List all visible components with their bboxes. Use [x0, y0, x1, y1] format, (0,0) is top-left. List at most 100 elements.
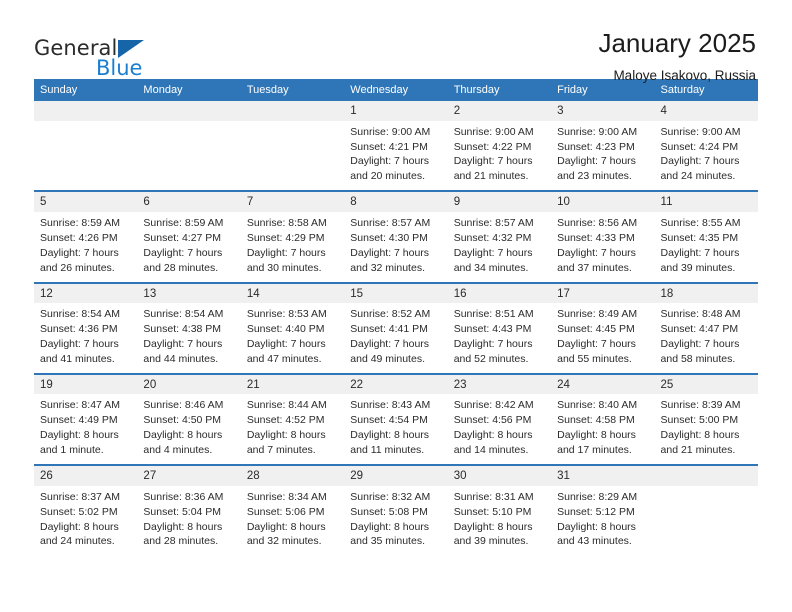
day-detail-line: Sunrise: 8:48 AM [660, 308, 741, 321]
day-number-31[interactable]: 31 [551, 464, 655, 486]
week-info-row: Sunrise: 9:00 AM Sunset: 4:21 PM Daylight:… [34, 120, 758, 192]
day-detail-line: Daylight: 8 hours [143, 520, 223, 533]
day-detail-line: Daylight: 7 hours [453, 155, 533, 168]
day-number-4[interactable]: 4 [654, 101, 758, 121]
week-info-row: Sunrise: 8:54 AM Sunset: 4:36 PM Daylight:… [34, 303, 758, 374]
day-detail-line: Sunrise: 8:54 AM [40, 308, 120, 321]
day-detail-line: and 39 minutes. [660, 261, 736, 274]
day-details-7: Sunrise: 8:58 AM Sunset: 4:29 PM Daylight:… [240, 211, 345, 283]
day-detail-line: Daylight: 7 hours [350, 337, 430, 350]
day-number-11[interactable]: 11 [654, 190, 758, 212]
day-details-4: Sunrise: 9:00 AM Sunset: 4:24 PM Daylight:… [654, 120, 758, 192]
day-number-8[interactable]: 8 [344, 190, 448, 212]
day-number-18[interactable]: 18 [654, 281, 758, 304]
week-info-row: Sunrise: 8:59 AM Sunset: 4:26 PM Daylight:… [34, 211, 758, 283]
day-detail-line: Sunset: 4:41 PM [350, 323, 428, 336]
day-detail-line: Sunrise: 9:00 AM [660, 125, 741, 138]
day-detail-line: Sunrise: 8:52 AM [350, 308, 431, 321]
day-details-19: Sunrise: 8:47 AM Sunset: 4:49 PM Daylight:… [34, 394, 138, 466]
day-number-13[interactable]: 13 [137, 281, 241, 304]
day-detail-line: and 1 minute. [40, 444, 104, 457]
day-details-6: Sunrise: 8:59 AM Sunset: 4:27 PM Daylight:… [137, 211, 241, 283]
day-number-3[interactable]: 3 [551, 101, 655, 121]
sunrise-sunset-calendar: Sunday Monday Tuesday Wednesday Thursday Frid… [34, 79, 758, 556]
day-detail-line: Sunrise: 8:31 AM [453, 490, 534, 503]
day-detail-line: Sunset: 4:49 PM [40, 414, 118, 427]
day-details-17: Sunrise: 8:49 AM Sunset: 4:45 PM Daylight:… [551, 303, 655, 374]
day-detail-line: Sunrise: 8:42 AM [453, 399, 534, 412]
day-detail-line: and 24 minutes. [40, 535, 115, 548]
day-detail-line: Sunset: 4:40 PM [246, 323, 325, 336]
day-number-25[interactable]: 25 [654, 372, 758, 395]
week-info-row: Sunrise: 8:47 AM Sunset: 4:49 PM Daylight:… [34, 394, 758, 466]
day-number-28[interactable]: 28 [240, 464, 345, 486]
day-details-empty [654, 485, 758, 556]
day-number-17[interactable]: 17 [551, 281, 655, 304]
day-detail-line: and 55 minutes. [557, 352, 632, 365]
day-number-16[interactable]: 16 [447, 281, 552, 304]
day-detail-line: Sunset: 4:23 PM [557, 140, 635, 153]
week-info-row: Sunrise: 8:37 AM Sunset: 5:02 PM Daylight:… [34, 485, 758, 556]
day-number-23[interactable]: 23 [447, 372, 552, 395]
day-number-21[interactable]: 21 [240, 372, 345, 395]
day-detail-line: Sunset: 4:33 PM [557, 231, 635, 244]
day-details-9: Sunrise: 8:57 AM Sunset: 4:32 PM Daylight:… [447, 211, 552, 283]
day-detail-line: Daylight: 8 hours [40, 520, 119, 533]
day-detail-line: Daylight: 7 hours [660, 246, 740, 259]
day-detail-line: Daylight: 7 hours [350, 246, 430, 259]
day-detail-line: Daylight: 7 hours [350, 155, 430, 168]
day-number-20[interactable]: 20 [137, 372, 241, 395]
location-subtitle: Maloye Isakovo, Russia [613, 68, 756, 84]
day-detail-line: and 52 minutes. [453, 352, 529, 365]
day-detail-line: Sunset: 5:08 PM [350, 505, 428, 518]
day-details-13: Sunrise: 8:54 AM Sunset: 4:38 PM Daylight:… [137, 303, 241, 374]
day-detail-line: Sunrise: 8:47 AM [40, 399, 120, 412]
day-detail-line: Sunrise: 8:49 AM [557, 308, 638, 321]
day-detail-line: Daylight: 8 hours [350, 520, 430, 533]
day-detail-line: Daylight: 7 hours [557, 246, 636, 259]
day-detail-line: Sunset: 5:00 PM [660, 414, 739, 427]
day-detail-line: Sunrise: 8:40 AM [557, 399, 638, 412]
day-number-14[interactable]: 14 [240, 281, 345, 304]
day-number-24[interactable]: 24 [551, 372, 655, 395]
day-detail-line: Daylight: 7 hours [40, 246, 119, 259]
day-detail-line: and 58 minutes. [660, 352, 736, 365]
day-number-22[interactable]: 22 [344, 372, 448, 395]
day-detail-line: Sunrise: 8:59 AM [143, 216, 224, 229]
day-detail-line: Daylight: 7 hours [40, 337, 119, 350]
logo-word-blue: Blue [96, 56, 143, 80]
day-detail-line: and 17 minutes. [557, 444, 632, 457]
day-details-14: Sunrise: 8:53 AM Sunset: 4:40 PM Daylight:… [240, 303, 345, 374]
day-number-empty [654, 464, 758, 486]
week-daynumber-row: 19 20 21 22 23 24 25 [34, 372, 758, 395]
day-detail-line: Daylight: 7 hours [143, 337, 223, 350]
day-detail-line: and 32 minutes. [350, 261, 425, 274]
day-number-26[interactable]: 26 [34, 464, 138, 486]
day-number-9[interactable]: 9 [447, 190, 552, 212]
day-number-30[interactable]: 30 [447, 464, 552, 486]
day-details-empty [240, 120, 345, 192]
day-number-empty [34, 101, 138, 121]
day-detail-line: Sunrise: 8:57 AM [453, 216, 534, 229]
day-number-5[interactable]: 5 [34, 190, 138, 212]
day-detail-line: Sunset: 4:50 PM [143, 414, 222, 427]
day-detail-line: Sunset: 4:52 PM [246, 414, 325, 427]
day-number-19[interactable]: 19 [34, 372, 138, 395]
day-detail-line: Sunset: 5:02 PM [40, 505, 118, 518]
day-detail-line: and 28 minutes. [143, 535, 219, 548]
day-number-12[interactable]: 12 [34, 281, 138, 304]
day-number-7[interactable]: 7 [240, 190, 345, 212]
day-number-1[interactable]: 1 [344, 101, 448, 121]
day-detail-line: Sunset: 4:35 PM [660, 231, 739, 244]
day-number-10[interactable]: 10 [551, 190, 655, 212]
day-number-29[interactable]: 29 [344, 464, 448, 486]
day-number-6[interactable]: 6 [137, 190, 241, 212]
day-number-2[interactable]: 2 [447, 101, 552, 121]
day-detail-line: Sunrise: 8:51 AM [453, 308, 534, 321]
day-number-27[interactable]: 27 [137, 464, 241, 486]
day-details-21: Sunrise: 8:44 AM Sunset: 4:52 PM Daylight:… [240, 394, 345, 466]
day-detail-line: Sunset: 4:38 PM [143, 323, 222, 336]
general-blue-logo[interactable]: General Blue [34, 30, 164, 84]
day-number-15[interactable]: 15 [344, 281, 448, 304]
day-detail-line: and 34 minutes. [453, 261, 529, 274]
